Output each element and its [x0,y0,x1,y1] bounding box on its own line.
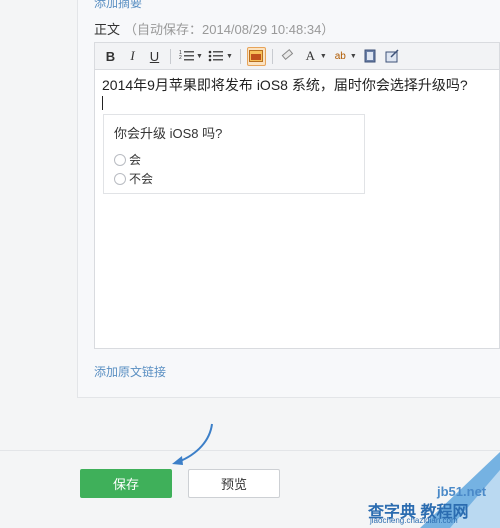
toolbar-divider [170,48,171,64]
radio-icon[interactable] [114,172,126,185]
chevron-down-icon[interactable]: ▼ [350,53,357,60]
poll-option-label: 不会 [129,172,154,186]
autosave-status: （自动保存：2014/08/29 10:48:34） [124,22,335,37]
footer-divider [0,450,500,451]
ordered-list-icon[interactable]: 12 [177,47,196,66]
body-title: 正文 [94,22,121,37]
video-icon[interactable] [361,47,380,66]
poll-option-2[interactable]: 不会 [114,170,153,187]
editor-content[interactable]: 2014年9月苹果即将发布 iOS8 系统，届时你会选择升级吗? 你会升级 iO… [94,69,500,349]
editor-text-line: 2014年9月苹果即将发布 iOS8 系统，届时你会选择升级吗? [102,77,468,93]
highlight-icon[interactable]: ab [331,47,350,66]
poll-box: 你会升级 iOS8 吗? 会 不会 [103,114,365,194]
chevron-down-icon[interactable]: ▼ [196,53,203,60]
add-original-link[interactable]: 添加原文链接 [94,363,166,380]
unordered-list-icon[interactable] [207,47,226,66]
save-button[interactable]: 保存 [80,469,172,498]
text-caret [102,96,103,110]
preview-button[interactable]: 预览 [188,469,280,498]
page: 添加摘要 正文 （自动保存：2014/08/29 10:48:34） B I U … [0,0,500,528]
italic-icon[interactable]: I [123,47,142,66]
radio-icon[interactable] [114,153,126,166]
poll-option-1[interactable]: 会 [114,151,141,168]
add-summary-link[interactable]: 添加摘要 [94,0,142,11]
chevron-down-icon[interactable]: ▼ [226,53,233,60]
eraser-icon[interactable] [279,47,298,66]
poll-question: 你会升级 iOS8 吗? [114,126,223,141]
watermark-site: jb51.net [437,484,487,499]
image-icon[interactable] [246,46,266,66]
editor-toolbar: B I U 12 ▼ ▼ A ▼ ab ▼ [94,42,500,69]
svg-text:2: 2 [179,55,182,61]
underline-icon[interactable]: U [145,47,164,66]
toolbar-divider [239,48,241,64]
poll-icon[interactable] [383,47,402,66]
bold-icon[interactable]: B [101,47,120,66]
toolbar-divider [271,48,273,64]
font-color-icon[interactable]: A [301,47,320,66]
poll-option-label: 会 [129,153,142,167]
chevron-down-icon[interactable]: ▼ [320,53,327,60]
watermark-url: jiaocheng.chazidian.com [370,516,458,525]
body-label: 正文 （自动保存：2014/08/29 10:48:34） [94,19,334,38]
pointer-arrow-icon [172,423,213,465]
